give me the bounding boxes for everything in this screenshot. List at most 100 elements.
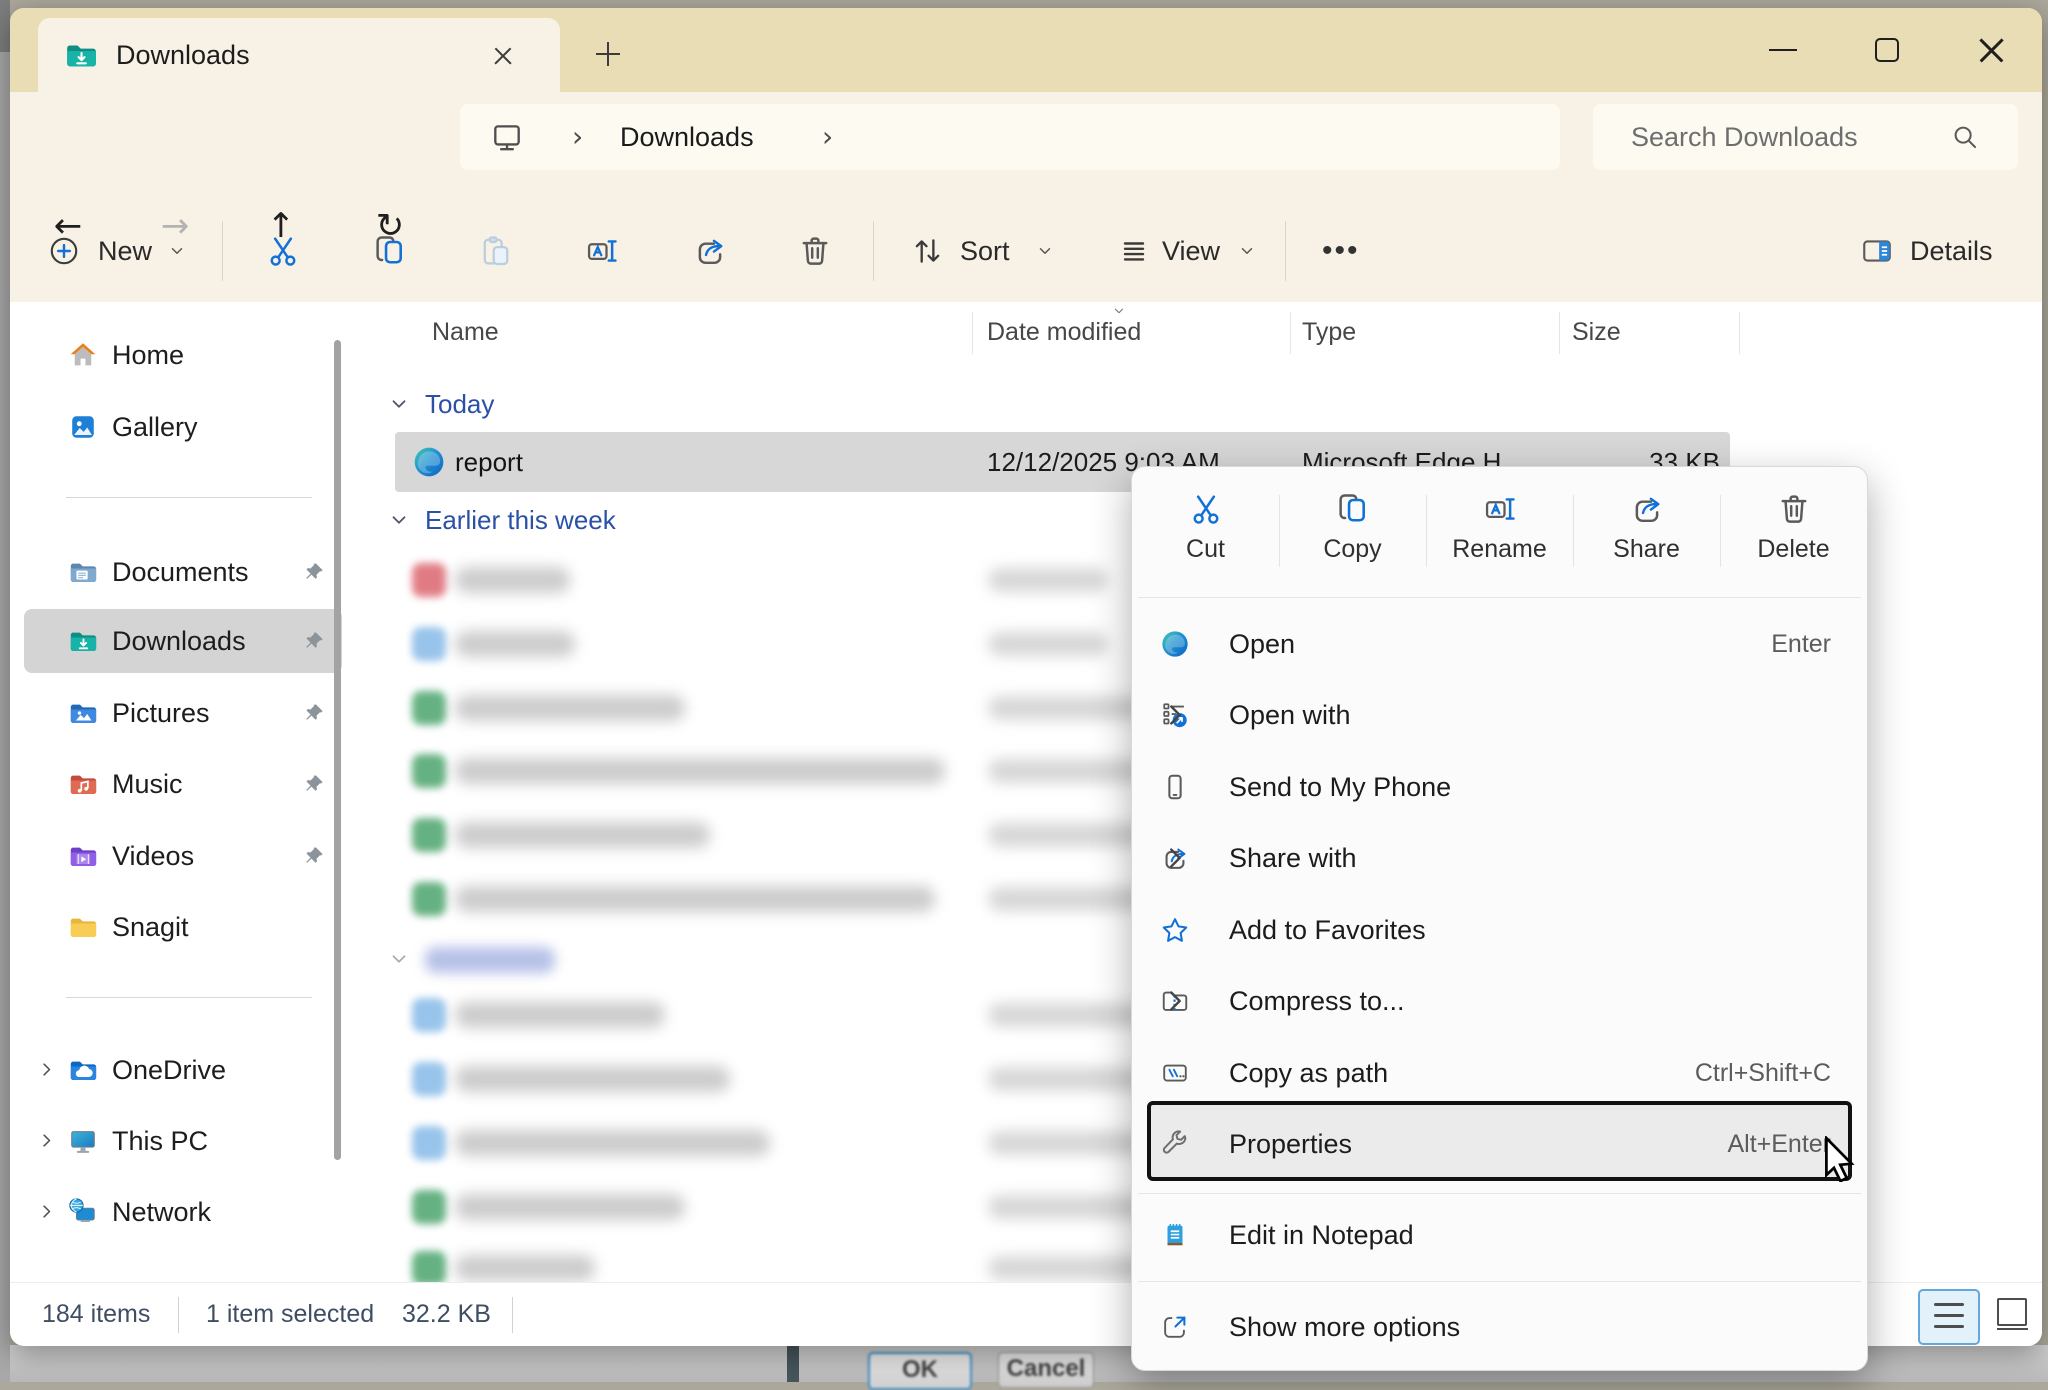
breadcrumb[interactable]: › Downloads ›	[460, 104, 1560, 170]
minimize-button[interactable]	[1756, 22, 1812, 78]
menu-item-label: Add to Favorites	[1229, 895, 1426, 965]
quick-action-label: Delete	[1720, 535, 1867, 564]
menu-item-open[interactable]: OpenEnter	[1132, 609, 1867, 679]
chevron-down-icon[interactable]	[388, 393, 410, 415]
menu-item-add-to-favorites[interactable]: Add to Favorites	[1132, 895, 1867, 965]
menu-item-open-with[interactable]: Open with	[1132, 680, 1867, 750]
details-view-toggle[interactable]	[1918, 1289, 1980, 1345]
sort-button[interactable]: Sort	[960, 200, 1010, 302]
sidebar-item-this-pc[interactable]: This PC	[24, 1109, 342, 1173]
redacted-file-date	[988, 1131, 1148, 1155]
menu-separator	[1138, 1193, 1861, 1194]
redacted-file-date	[988, 1256, 1148, 1280]
mouse-cursor	[1818, 1136, 1860, 1182]
menu-item-share-with[interactable]: Share with	[1132, 823, 1867, 893]
column-header-name[interactable]: Name	[432, 302, 499, 362]
group-header[interactable]: Earlier this week	[425, 505, 616, 536]
sidebar-item-pictures[interactable]: Pictures	[24, 681, 342, 745]
quick-action-cut[interactable]: Cut	[1132, 467, 1279, 595]
share-icon[interactable]	[692, 233, 728, 269]
icons-view-toggle[interactable]	[1992, 1295, 2032, 1335]
rename-icon[interactable]	[584, 233, 620, 269]
view-button[interactable]: View	[1162, 200, 1220, 302]
redacted-file-name	[455, 631, 575, 657]
menu-item-edit-in-notepad[interactable]: Edit in Notepad	[1132, 1200, 1867, 1270]
new-tab-button[interactable]	[588, 34, 628, 74]
details-button[interactable]: Details	[1910, 200, 1993, 302]
menu-item-send-to-my-phone[interactable]: Send to My Phone	[1132, 752, 1867, 822]
thispc-icon	[68, 1126, 98, 1156]
sidebar-item-gallery[interactable]: Gallery	[24, 395, 342, 459]
sidebar-item-videos[interactable]: Videos	[24, 824, 342, 888]
background-cancel-button[interactable]: Cancel	[998, 1352, 1094, 1388]
selection-size: 32.2 KB	[402, 1283, 491, 1345]
chevron-right-icon	[1160, 843, 1190, 873]
chevron-right-icon	[1160, 986, 1190, 1016]
tab-downloads[interactable]: Downloads	[38, 18, 560, 92]
sidebar-item-documents[interactable]: Documents	[24, 540, 342, 604]
tab-close-button[interactable]	[486, 39, 520, 73]
sidebar-item-label: Downloads	[112, 626, 246, 657]
delete-icon[interactable]	[797, 233, 833, 269]
sidebar-scrollbar[interactable]	[334, 340, 341, 1160]
context-menu: CutCopyRenameShareDelete OpenEnterOpen w…	[1131, 466, 1868, 1371]
pin-icon	[302, 629, 326, 653]
monitor-icon[interactable]	[490, 120, 524, 154]
paste-icon[interactable]	[478, 233, 514, 269]
file-type-icon	[412, 691, 446, 725]
sidebar-item-snagit[interactable]: Snagit	[24, 895, 342, 959]
menu-item-copy-as-path[interactable]: Copy as pathCtrl+Shift+C	[1132, 1038, 1867, 1108]
menu-item-shortcut: Enter	[1771, 609, 1831, 679]
breadcrumb-item-downloads[interactable]: Downloads	[620, 104, 754, 170]
menu-item-show-more-options[interactable]: Show more options	[1132, 1292, 1867, 1362]
quick-action-copy[interactable]: Copy	[1279, 467, 1426, 595]
sidebar-item-onedrive[interactable]: OneDrive	[24, 1038, 342, 1102]
group-header[interactable]: Today	[425, 389, 494, 420]
column-header-size[interactable]: Size	[1572, 302, 1621, 362]
sidebar-item-home[interactable]: Home	[24, 323, 342, 387]
column-header-type[interactable]: Type	[1302, 302, 1356, 362]
folder-videos-icon	[68, 841, 98, 871]
quick-action-delete[interactable]: Delete	[1720, 467, 1867, 595]
new-button[interactable]: New	[98, 200, 152, 302]
menu-item-label: Copy as path	[1229, 1038, 1388, 1108]
pin-icon	[302, 701, 326, 725]
delete-icon	[1776, 491, 1812, 527]
chevron-down-icon[interactable]	[388, 509, 410, 531]
redacted-file-name	[455, 1066, 730, 1092]
search-input[interactable]: Search Downloads	[1593, 104, 2018, 170]
sidebar-item-music[interactable]: Music	[24, 752, 342, 816]
maximize-button[interactable]	[1859, 22, 1915, 78]
menu-item-label: Share with	[1229, 823, 1357, 893]
chevron-right-icon	[37, 1060, 56, 1079]
sidebar-item-network[interactable]: Network	[24, 1180, 342, 1244]
redacted-file-name	[455, 1194, 685, 1220]
notepad-icon	[1160, 1220, 1190, 1250]
quick-action-divider	[1573, 495, 1574, 567]
close-button[interactable]	[1964, 22, 2020, 78]
menu-item-shortcut: Alt+Enter	[1727, 1109, 1831, 1179]
background-ok-button[interactable]: OK	[868, 1352, 972, 1390]
sidebar-item-downloads[interactable]: Downloads	[24, 609, 342, 673]
redacted-file-name	[455, 1255, 595, 1281]
sidebar-item-label: Network	[112, 1197, 211, 1228]
quick-action-rename[interactable]: Rename	[1426, 467, 1573, 595]
menu-item-compress-to[interactable]: Compress to...	[1132, 966, 1867, 1036]
quick-action-share[interactable]: Share	[1573, 467, 1720, 595]
redacted-file-name	[455, 886, 935, 912]
pin-icon	[302, 560, 326, 584]
menu-item-properties[interactable]: PropertiesAlt+Enter	[1132, 1109, 1867, 1179]
copy-icon[interactable]	[372, 233, 408, 269]
more-options-button[interactable]: •••	[1322, 200, 1360, 302]
quick-action-divider	[1279, 495, 1280, 567]
downloads-folder-icon	[64, 38, 98, 72]
search-icon[interactable]	[1950, 122, 1980, 152]
folder-documents-icon	[68, 557, 98, 587]
chevron-down-icon[interactable]	[388, 948, 410, 970]
redacted-file-date	[988, 1067, 1148, 1091]
cut-icon[interactable]	[265, 233, 301, 269]
cut-icon	[1188, 491, 1224, 527]
pin-icon	[302, 844, 326, 868]
sidebar-item-label: Documents	[112, 557, 249, 588]
redacted-file-name	[455, 1002, 665, 1028]
